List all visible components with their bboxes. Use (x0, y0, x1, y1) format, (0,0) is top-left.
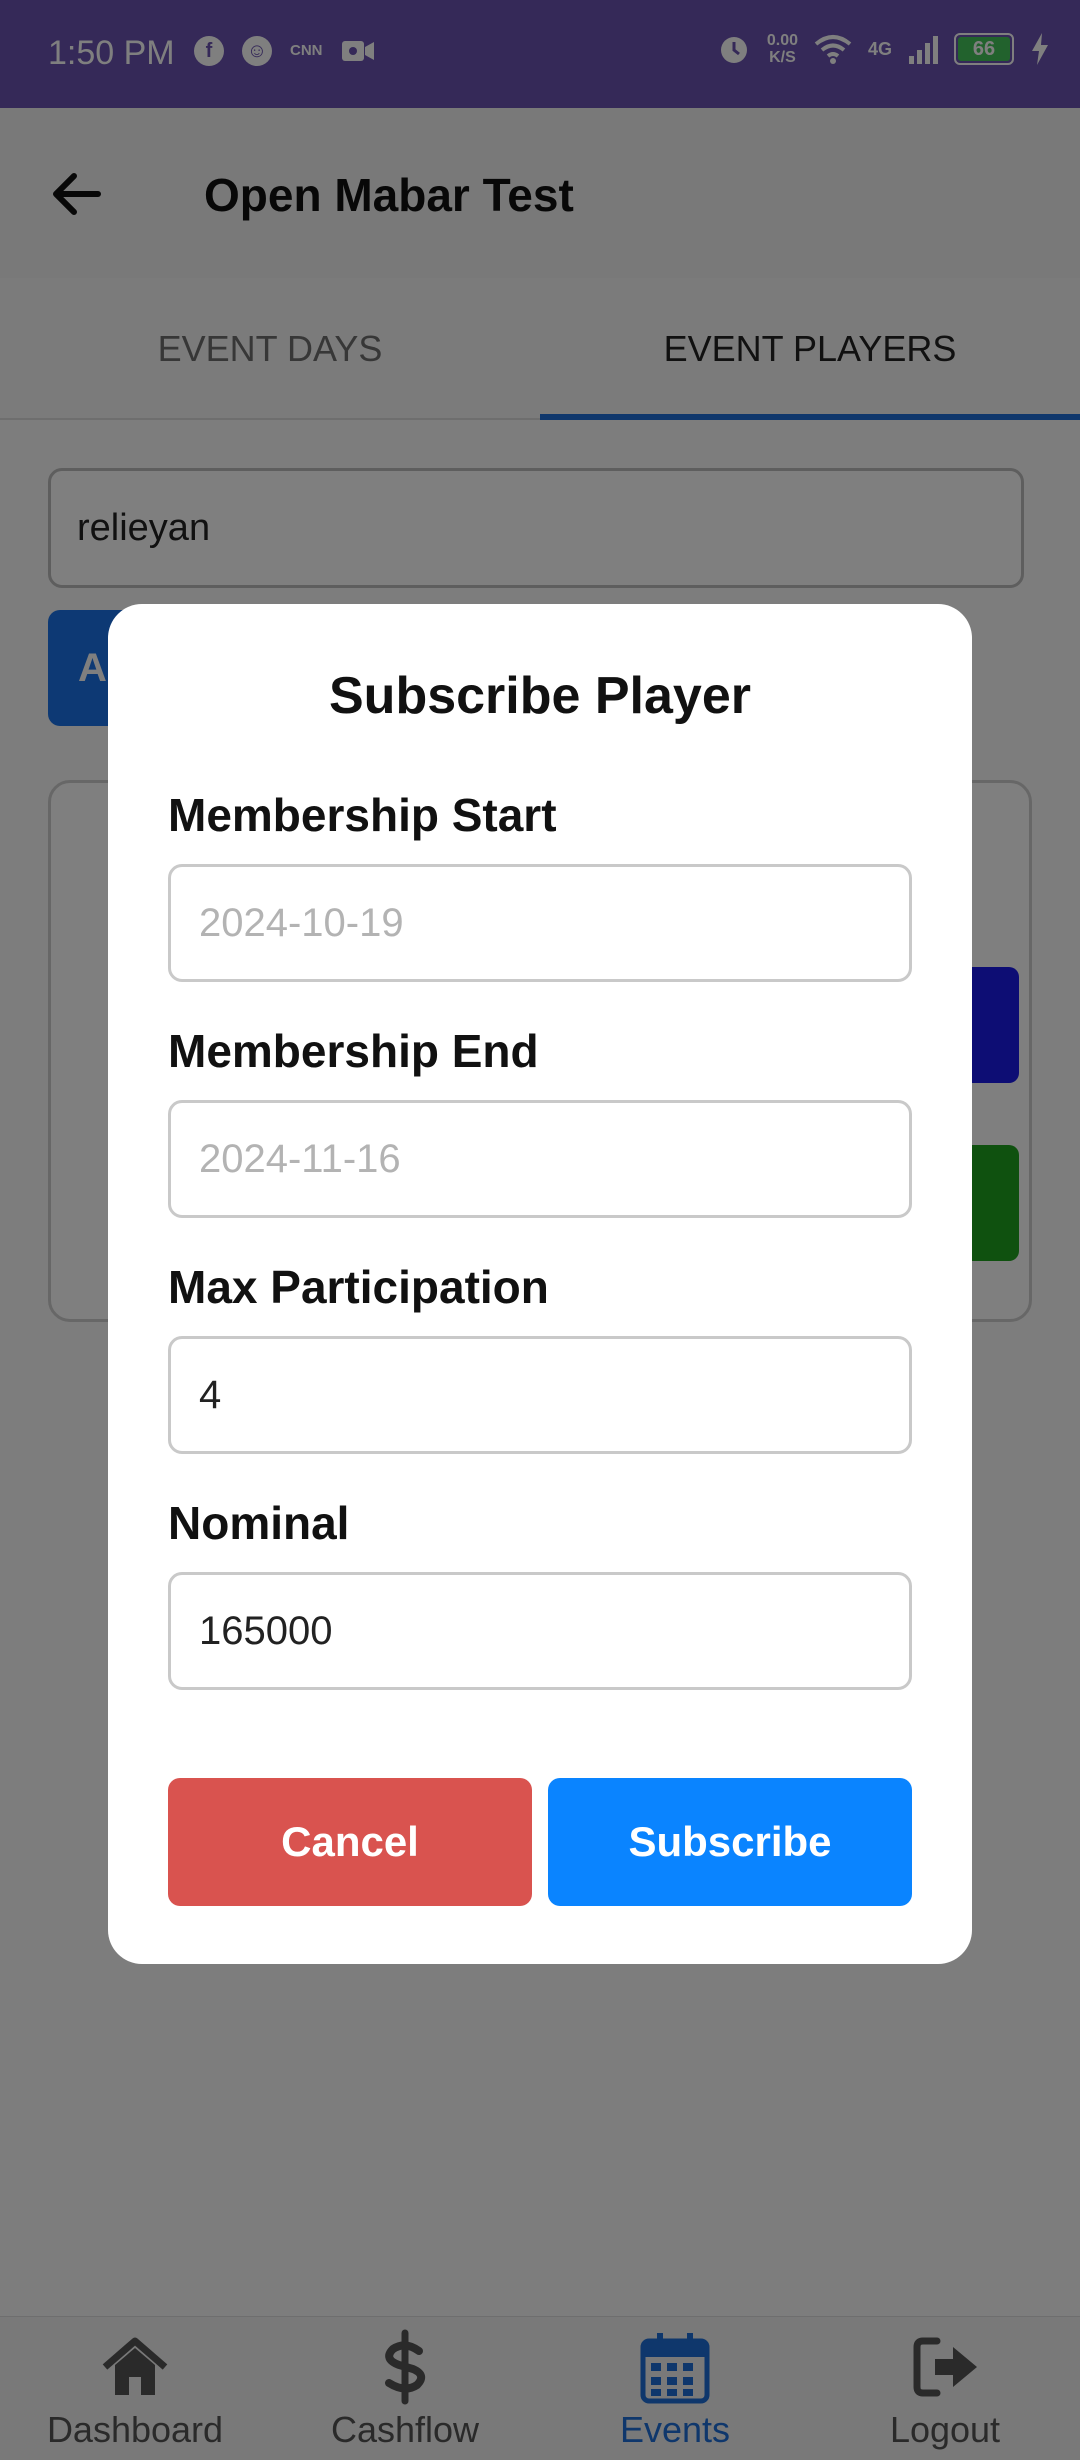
max-participation-input[interactable]: 4 (168, 1336, 912, 1454)
cancel-button[interactable]: Cancel (168, 1778, 532, 1906)
membership-start-input[interactable]: 2024-10-19 (168, 864, 912, 982)
subscribe-button[interactable]: Subscribe (548, 1778, 912, 1906)
nominal-label: Nominal (168, 1497, 350, 1549)
membership-start-label: Membership Start (168, 789, 557, 841)
subscribe-player-dialog: Subscribe Player Membership Start 2024-1… (108, 604, 972, 1964)
nominal-input[interactable]: 165000 (168, 1572, 912, 1690)
dialog-title: Subscribe Player (329, 667, 751, 725)
membership-end-input[interactable]: 2024-11-16 (168, 1100, 912, 1218)
membership-end-label: Membership End (168, 1025, 539, 1077)
max-participation-label: Max Participation (168, 1261, 549, 1313)
